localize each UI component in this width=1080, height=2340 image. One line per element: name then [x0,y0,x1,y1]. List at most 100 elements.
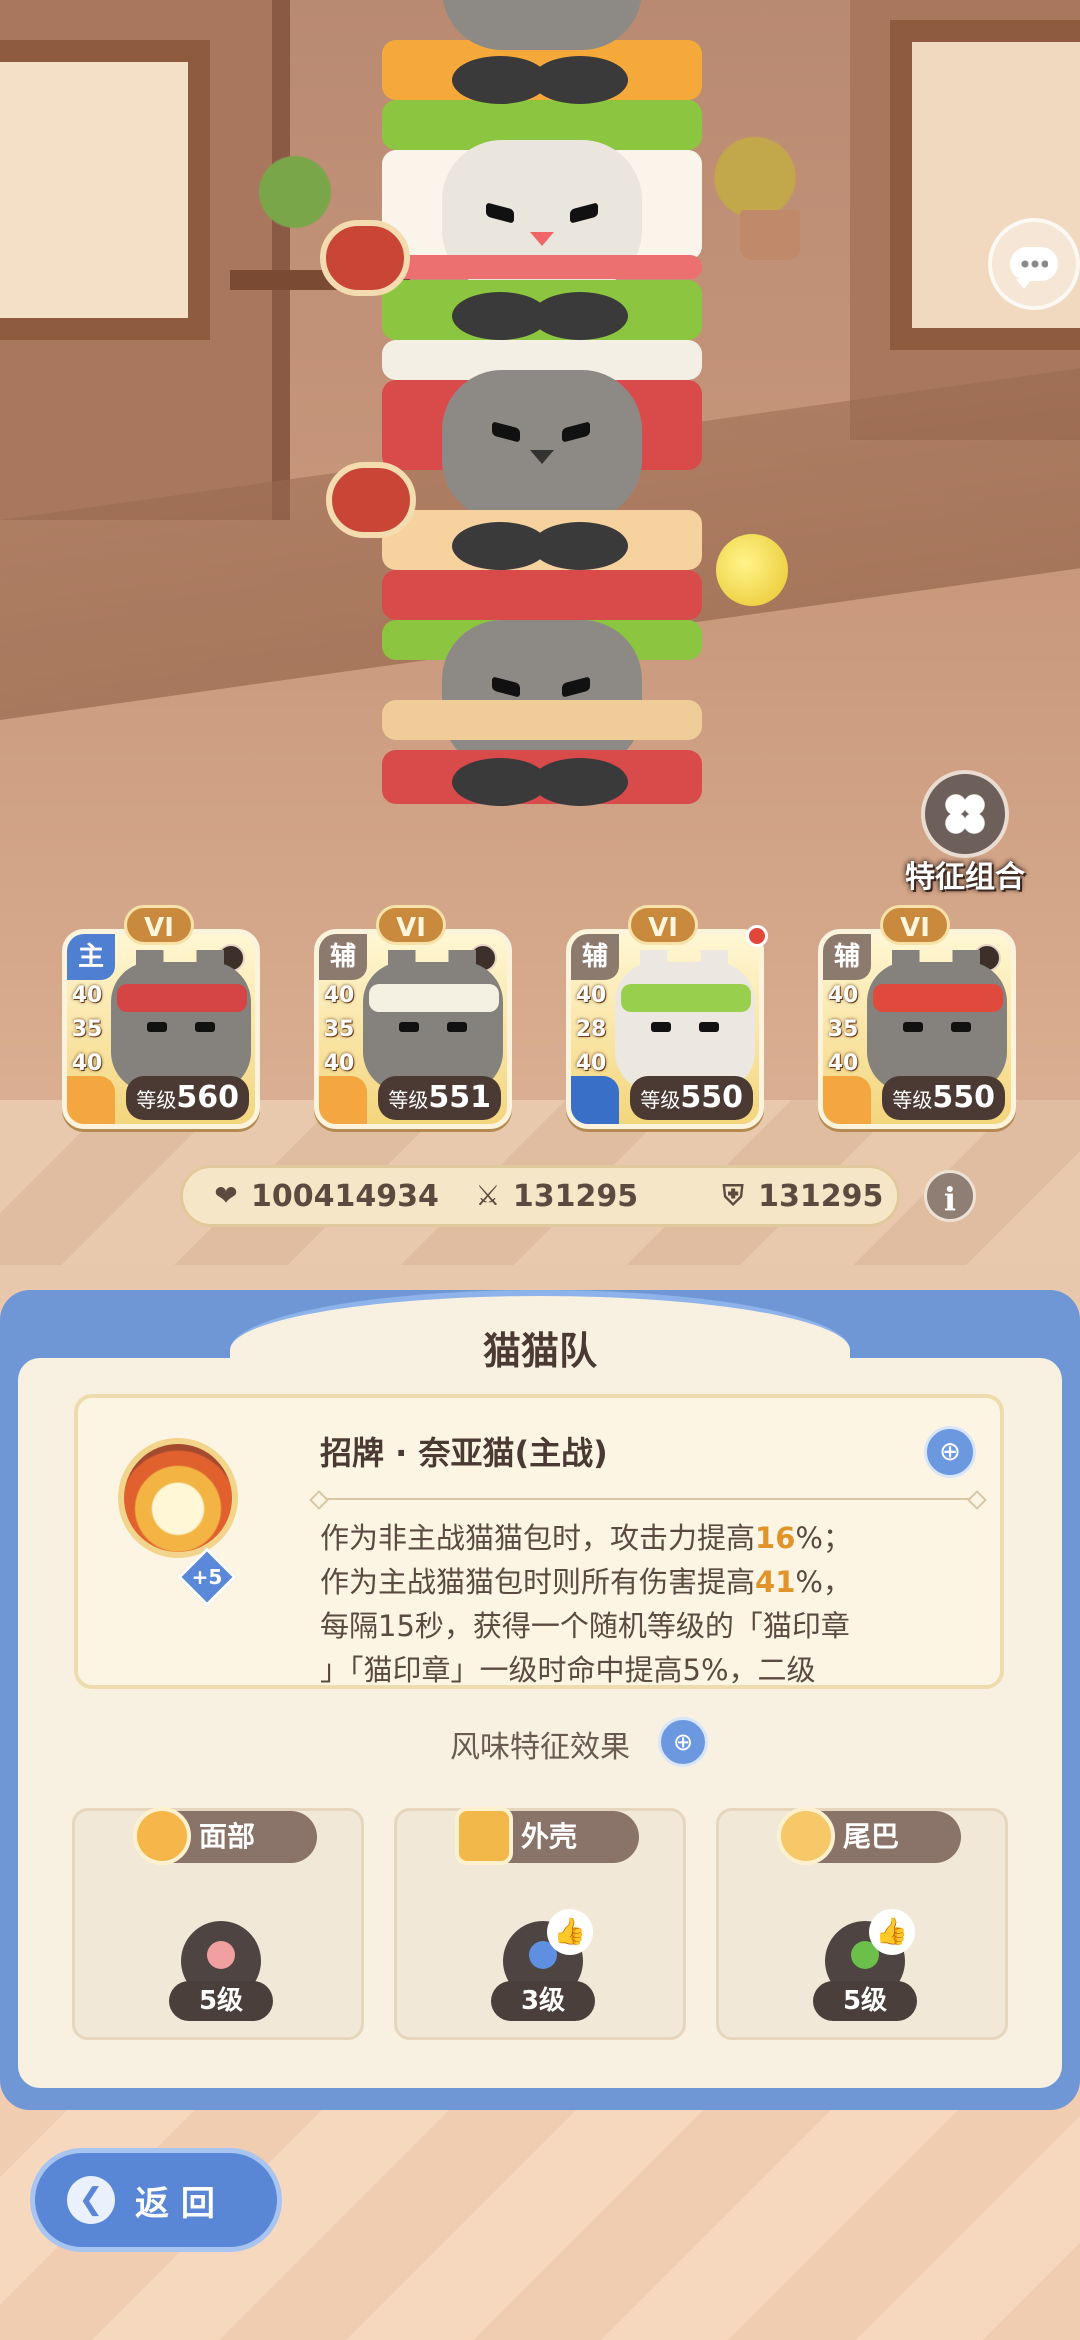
rank-badge: VI [376,905,446,945]
level-badge: 等级550 [882,1076,1005,1120]
chat-bubbles-icon [1010,247,1058,289]
cat-eye [562,421,590,443]
cat-eye [562,676,590,698]
cat-eye [492,676,520,698]
flavor-bar [621,984,751,1012]
cat-portrait [615,962,755,1092]
cat-nose [530,450,554,464]
defense-stat: ⛨ 131295 [718,1179,884,1214]
flower-pot [740,210,800,260]
feature-combo-button[interactable]: 特征组合 [895,770,1035,895]
stat-column: 40 28 40 [571,980,615,1082]
rank-badge: VI [628,905,698,945]
card-frame: 主 40 35 40 等级560 [62,929,260,1129]
cat-nose [530,232,554,246]
flavor-bar [873,984,1003,1012]
clover-icon [921,770,1009,858]
cat-eye [570,202,598,224]
role-tag: 主 [67,934,115,980]
yellow-orb[interactable] [716,534,788,606]
back-button[interactable]: ❮ 返 回 [30,2148,282,2252]
team-stats-bar: ❤ 100414934 ⚔ 131295 ⛨ 131295 [180,1165,900,1227]
trait-level: 3级 [491,1981,595,2021]
tower-layer [382,700,702,740]
team-card-2[interactable]: VI 辅 40 35 40 等级551 [310,905,516,1131]
face-icon [133,1807,191,1865]
stat-value: 40 [323,983,355,1008]
paw-icon [823,1076,871,1124]
stat-column: 40 35 40 [823,980,867,1082]
stat-value: 40 [575,983,607,1008]
cat-face [442,620,642,770]
stat-value: 40 [575,1051,607,1076]
trait-card-tail[interactable]: 尾巴 👍 5级 [716,1807,1008,2040]
stat-value: 35 [323,1017,355,1042]
flavor-zoom-button[interactable]: ⊕ [658,1717,708,1767]
tower-layer [382,570,702,620]
level-value: 550 [680,1080,743,1115]
level-value: 560 [176,1080,239,1115]
level-value: 550 [932,1080,995,1115]
left-window [0,40,210,340]
stat-value: 40 [71,983,103,1008]
back-label: 返 回 [135,2183,215,2224]
stat-value: 35 [827,1017,859,1042]
flavor-effects-title: 风味特征效果 [450,1730,630,1765]
card-frame: 辅 40 35 40 等级550 [818,929,1016,1129]
paw-icon [67,1076,115,1124]
level-label: 等级 [892,1088,933,1112]
card-frame: 辅 40 28 40 等级550 [566,929,764,1129]
cat-portrait [867,962,1007,1092]
trait-card-shell[interactable]: 外壳 👍 3级 [394,1807,686,2040]
stat-value: 35 [71,1017,103,1042]
role-tag: 辅 [571,934,619,980]
skill-description-box[interactable]: +5 招牌 · 奈亚猫(主战) ⊕ 作为非主战猫猫包时，攻击力提高16%； 作为… [74,1394,1004,1689]
stat-value: 40 [323,1051,355,1076]
cat-paw [532,758,628,806]
team-card-3[interactable]: VI 辅 40 28 40 等级550 [562,905,768,1131]
team-cards: VI 主 40 35 40 等级560 VI 辅 40 35 40 等级551 … [58,905,1022,1135]
team-card-4[interactable]: VI 辅 40 35 40 等级550 [814,905,1020,1131]
thumbs-up-icon: 👍 [869,1909,915,1955]
level-label: 等级 [388,1088,429,1112]
info-button[interactable]: i [924,1170,976,1222]
divider [318,1498,978,1500]
hp-value: 100414934 [251,1178,439,1214]
team-card-1[interactable]: VI 主 40 35 40 等级560 [58,905,264,1131]
thumbs-up-icon: 👍 [547,1909,593,1955]
role-tag: 辅 [823,934,871,980]
magnifier-icon: ⊕ [939,1437,961,1467]
level-badge: 等级560 [126,1076,249,1120]
paw-icon [319,1076,367,1124]
cat-face [442,370,642,520]
stat-value: 40 [71,1051,103,1076]
paw-icon [571,1076,619,1124]
magnifier-icon: ⊕ [672,1728,694,1756]
trait-card-face[interactable]: 面部 5级 [72,1807,364,2040]
steak-skewer-icon [326,462,416,538]
flavor-bar [369,984,499,1012]
cat-sandwich-tower[interactable] [382,0,702,810]
attack-stat: ⚔ 131295 [473,1179,638,1214]
level-badge: 等级550 [630,1076,753,1120]
cat-eye [486,202,514,224]
tail-icon [777,1807,835,1865]
cat-portrait [111,962,251,1092]
stat-column: 40 35 40 [67,980,111,1082]
stat-column: 40 35 40 [319,980,363,1082]
stat-value: 40 [827,983,859,1008]
chat-button[interactable] [988,218,1080,310]
skill-avatar-icon [118,1438,238,1558]
shell-icon [455,1807,513,1865]
flavor-bar [117,984,247,1012]
level-badge: 等级551 [378,1076,501,1120]
level-value: 551 [428,1080,491,1115]
cat-paw [532,56,628,104]
stat-value: 28 [575,1017,607,1042]
skill-zoom-button[interactable]: ⊕ [924,1426,976,1478]
stat-value: 40 [827,1051,859,1076]
crossed-swords-icon: ⚔ [475,1179,501,1212]
heart-icon: ❤ [214,1179,238,1212]
cat-portrait [363,962,503,1092]
cat-paw [532,522,628,570]
